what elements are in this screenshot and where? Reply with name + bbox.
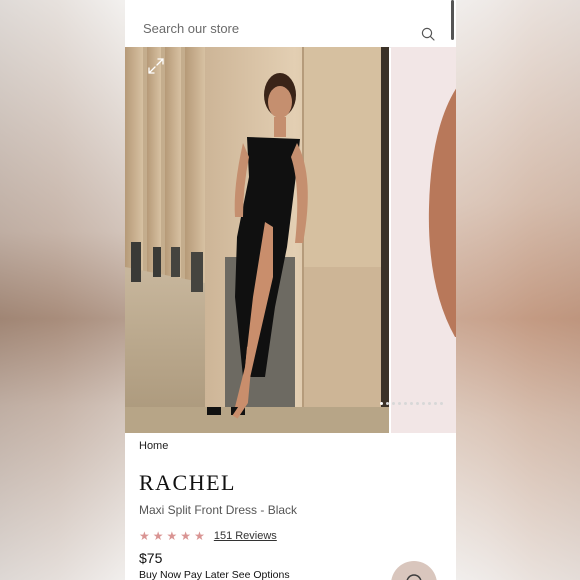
gallery-dot[interactable] [422,402,425,405]
gallery-dot[interactable] [398,402,401,405]
product-rating: ★ ★ ★ ★ ★ 151 Reviews [139,530,277,542]
reviews-link[interactable]: 151 Reviews [214,530,277,542]
gallery-dot[interactable] [416,402,419,405]
star-icon: ★ [180,529,192,543]
pay-later-link[interactable]: Buy Now Pay Later See Options [139,569,290,580]
gallery-dot[interactable] [434,402,437,405]
search-bar [125,8,441,48]
star-icon: ★ [166,529,178,543]
gallery-dot[interactable] [392,402,395,405]
next-photo-preview [391,47,456,433]
scrollbar[interactable] [451,0,454,40]
gallery-dot[interactable] [440,402,443,405]
expand-icon[interactable] [147,57,165,75]
product-photo-next[interactable] [391,47,456,433]
search-icon[interactable] [421,27,435,41]
breadcrumb-home[interactable]: Home [139,440,168,452]
product-subtitle: Maxi Split Front Dress - Black [139,503,298,517]
model-photo [125,47,389,433]
star-icon: ★ [152,529,164,543]
product-title: RACHEL [139,470,236,495]
gallery-dot[interactable] [386,402,389,405]
product-page: Home RACHEL Maxi Split Front Dress - Bla… [125,0,456,580]
star-rating: ★ ★ ★ ★ ★ [139,530,205,542]
search-input[interactable] [143,18,403,38]
gallery-pagination[interactable] [380,402,443,408]
product-gallery[interactable] [125,47,456,433]
product-photo-main[interactable] [125,47,389,433]
gallery-dot[interactable] [404,402,407,405]
star-icon: ★ [139,529,150,543]
chat-icon [406,574,422,580]
chat-button[interactable] [391,561,437,580]
star-icon: ★ [194,529,205,543]
gallery-dot[interactable] [428,402,431,405]
gallery-dot[interactable] [380,402,383,405]
blurred-background-right [455,0,580,580]
blurred-background-left [0,0,125,580]
product-price: $75 [139,550,163,566]
gallery-dot[interactable] [410,402,413,405]
